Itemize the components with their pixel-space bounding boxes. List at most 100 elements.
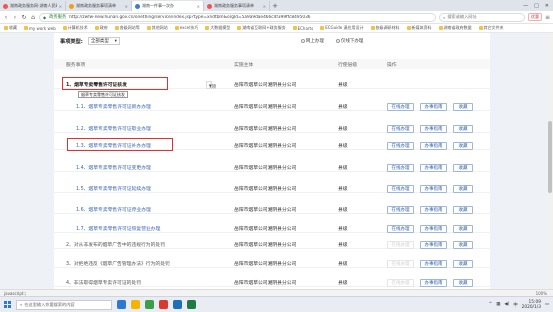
browser-app-icon[interactable]	[145, 300, 154, 309]
guide-button[interactable]: 办事指南	[420, 142, 447, 150]
table-row[interactable]: 1.1、烟草专卖零售许可证新办办理 岳阳市烟草公司湘阴县分公司 县级 在线办理 …	[54, 101, 490, 111]
table-row[interactable]: 4、非法取得烟草专卖许可证的处罚 岳阳市烟草公司湘阴县分公司 县级 在线办理 办…	[54, 277, 490, 287]
browser-tab[interactable]: 湖南政务服务事项清单 ✕	[204, 1, 270, 11]
service-name[interactable]: 1.7、烟草专卖零售许可证恢复营业办理	[76, 225, 160, 232]
clock[interactable]: 15:09 2020/1/3	[522, 300, 541, 310]
online-apply-button[interactable]: 在线办理	[387, 206, 414, 214]
service-name[interactable]: 1.5、烟草专卖零售许可证延续办理	[76, 185, 151, 192]
guide-button[interactable]: 办事指南	[420, 185, 447, 193]
reload-button[interactable]: ↻	[21, 14, 27, 21]
close-tab-icon[interactable]: ✕	[263, 4, 266, 9]
browser-tab[interactable]: 湖南政务服务网-湖南人民政府 ✕	[0, 1, 66, 11]
guide-button[interactable]: 办事指南	[420, 125, 447, 133]
type-select[interactable]: 全部类型 ▾	[87, 37, 120, 45]
home-button[interactable]: ⌂	[30, 14, 36, 21]
bookmark-item[interactable]: 各级调研材料	[370, 25, 400, 31]
bookmark-item[interactable]: ECharts	[292, 26, 313, 31]
bookmark-item[interactable]: 其他网站	[146, 25, 168, 31]
guide-button[interactable]: 办事指南	[420, 164, 447, 172]
table-row[interactable]: 1.4、烟草专卖零售许可证变更办理 岳阳市烟草公司湘阴县分公司 县级 在线办理 …	[54, 162, 490, 172]
close-tab-icon[interactable]: ✕	[59, 4, 62, 9]
close-tab-icon[interactable]: ✕	[197, 4, 200, 9]
forward-button[interactable]: ›	[12, 14, 18, 21]
online-apply-button[interactable]: 在线办理	[387, 185, 414, 193]
page-scrollbar[interactable]	[547, 33, 553, 289]
favorite-button[interactable]: 收藏	[453, 125, 473, 133]
excel-app-icon[interactable]	[187, 300, 196, 309]
service-name[interactable]: 4、非法取得烟草专卖许可证的处罚	[66, 279, 141, 286]
notification-icon[interactable]: ▭	[545, 302, 549, 307]
service-name[interactable]: 1.6、烟草专卖零售许可证停业办理	[76, 206, 151, 213]
bookmark-item[interactable]: ECGuide 潇应用设计	[320, 25, 364, 31]
scrollbar-thumb[interactable]	[548, 121, 552, 193]
table-row[interactable]: 3、对拒绝违反《烟草广告管理办法》行为的处罚 岳阳市烟草公司湘阴县分公司 县级 …	[54, 258, 490, 268]
favorite-button[interactable]: 收藏	[453, 142, 473, 150]
search-box[interactable]: ⌕ 搜索或输入网址	[438, 12, 525, 22]
service-name[interactable]: 1.1、烟草专卖零售许可证新办办理	[76, 103, 151, 110]
bookmark-item[interactable]: 新媒体资料	[406, 25, 432, 31]
item-count-toggle[interactable]: 7项 ▾	[206, 81, 216, 90]
favorite-button[interactable]: 收藏	[453, 103, 473, 111]
extension-badge[interactable]: 优惠	[527, 13, 542, 21]
windows-start-icon[interactable]	[4, 301, 11, 308]
maximize-button[interactable]: □	[534, 3, 539, 9]
online-apply-button[interactable]: 在线办理	[387, 103, 414, 111]
close-tab-icon[interactable]: ✕	[125, 4, 128, 9]
table-row[interactable]: 1.5、烟草专卖零售许可证延续办理 岳阳市烟草公司湘阴县分公司 县级 在线办理 …	[54, 183, 490, 193]
bookmark-item[interactable]: excel技巧	[174, 25, 198, 31]
task-view-icon[interactable]	[117, 300, 126, 309]
bookmark-item[interactable]: 收藏	[4, 25, 17, 31]
favorite-button[interactable]: 收藏	[453, 279, 473, 287]
file-explorer-icon[interactable]	[131, 300, 140, 309]
bookmark-item[interactable]: 政府	[94, 25, 108, 31]
service-name[interactable]: 1.4、烟草专卖零售许可证变更办理	[76, 164, 151, 171]
minimize-button[interactable]: —	[523, 3, 528, 9]
table-row[interactable]: 1.2、烟草专卖零售许可证歇业办理 岳阳市烟草公司湘阴县分公司 县级 在线办理 …	[54, 123, 490, 133]
bookmark-item[interactable]: 计算机技术	[62, 25, 88, 31]
new-tab-button[interactable]: +	[270, 1, 280, 11]
online-apply-button[interactable]: 在线办理	[387, 125, 414, 133]
network-icon[interactable]: ▦	[496, 302, 500, 307]
favorite-button[interactable]: 收藏	[453, 225, 473, 233]
bookmark-item[interactable]: my work web	[24, 26, 56, 31]
guide-button[interactable]: 办事指南	[420, 241, 447, 249]
favorite-button[interactable]: 收藏	[453, 185, 473, 193]
table-row[interactable]: 1.7、烟草专卖零售许可证恢复营业办理 岳阳市烟草公司湘阴县分公司 县级 在线办…	[54, 223, 490, 233]
service-name[interactable]: 2、对从非发布的烟草广告中的违规行为的处罚	[66, 241, 165, 248]
online-apply-button[interactable]: 在线办理	[387, 142, 414, 150]
favorite-button[interactable]: 收藏	[453, 241, 473, 249]
favorite-button[interactable]: 收藏	[453, 260, 473, 268]
service-name[interactable]: 3、对拒绝违反《烟草广告管理办法》行为的处罚	[66, 260, 170, 267]
browser-tab-active[interactable]: 湖南一件事一次办 ✕	[132, 1, 204, 11]
bookmark-item[interactable]: 各级网站等	[114, 25, 140, 31]
favorite-button[interactable]: 收藏	[453, 206, 473, 214]
input-language[interactable]: 中	[513, 302, 517, 308]
browser-tab[interactable]: 湖南政务服务事项清单 ✕	[66, 1, 132, 11]
url-bar[interactable]: ◆ 政务服务 http://zwfw-new.hunan.gov.cn/onet…	[39, 12, 436, 22]
service-name[interactable]: 1.2、烟草专卖零售许可证歇业办理	[76, 125, 151, 132]
app-icon[interactable]	[159, 300, 168, 309]
table-row[interactable]: 1.6、烟草专卖零售许可证停业办理 岳阳市烟草公司湘阴县分公司 县级 在线办理 …	[54, 204, 490, 214]
guide-button[interactable]: 办事指南	[420, 225, 447, 233]
favorite-button[interactable]: 收藏	[453, 164, 473, 172]
guide-button[interactable]: 办事指南	[420, 103, 447, 111]
radio-offline[interactable]: 仅线下办理	[335, 38, 363, 44]
bookmark-item[interactable]: 湖南省政府数据	[438, 25, 472, 31]
bookmark-item[interactable]: 大数据模型	[205, 25, 230, 31]
bookmark-item[interactable]: 湖南省互联网+政务服务	[237, 25, 286, 31]
close-window-button[interactable]: ✕	[545, 3, 549, 9]
online-apply-button[interactable]: 在线办理	[387, 225, 414, 233]
table-row[interactable]: 2、对从非发布的烟草广告中的违规行为的处罚 岳阳市烟草公司湘阴县分公司 县级 在…	[54, 239, 490, 249]
guide-button[interactable]: 办事指南	[420, 260, 447, 268]
guide-button[interactable]: 办事指南	[420, 279, 447, 287]
bookmark-item[interactable]: 其它文件夹	[478, 25, 504, 31]
taskbar-search[interactable]: ⌕ 在这里输入你要搜索的内容	[16, 299, 112, 310]
back-button[interactable]: ‹	[3, 14, 9, 21]
word-app-icon[interactable]	[173, 300, 182, 309]
volume-icon[interactable]: ◀)	[504, 302, 509, 307]
radio-online[interactable]: 网上办理	[300, 38, 324, 44]
online-apply-button[interactable]: 在线办理	[387, 164, 414, 172]
chevron-up-icon[interactable]: ^	[489, 302, 493, 307]
menu-icon[interactable]: ≡	[545, 14, 550, 21]
guide-button[interactable]: 办事指南	[420, 206, 447, 214]
